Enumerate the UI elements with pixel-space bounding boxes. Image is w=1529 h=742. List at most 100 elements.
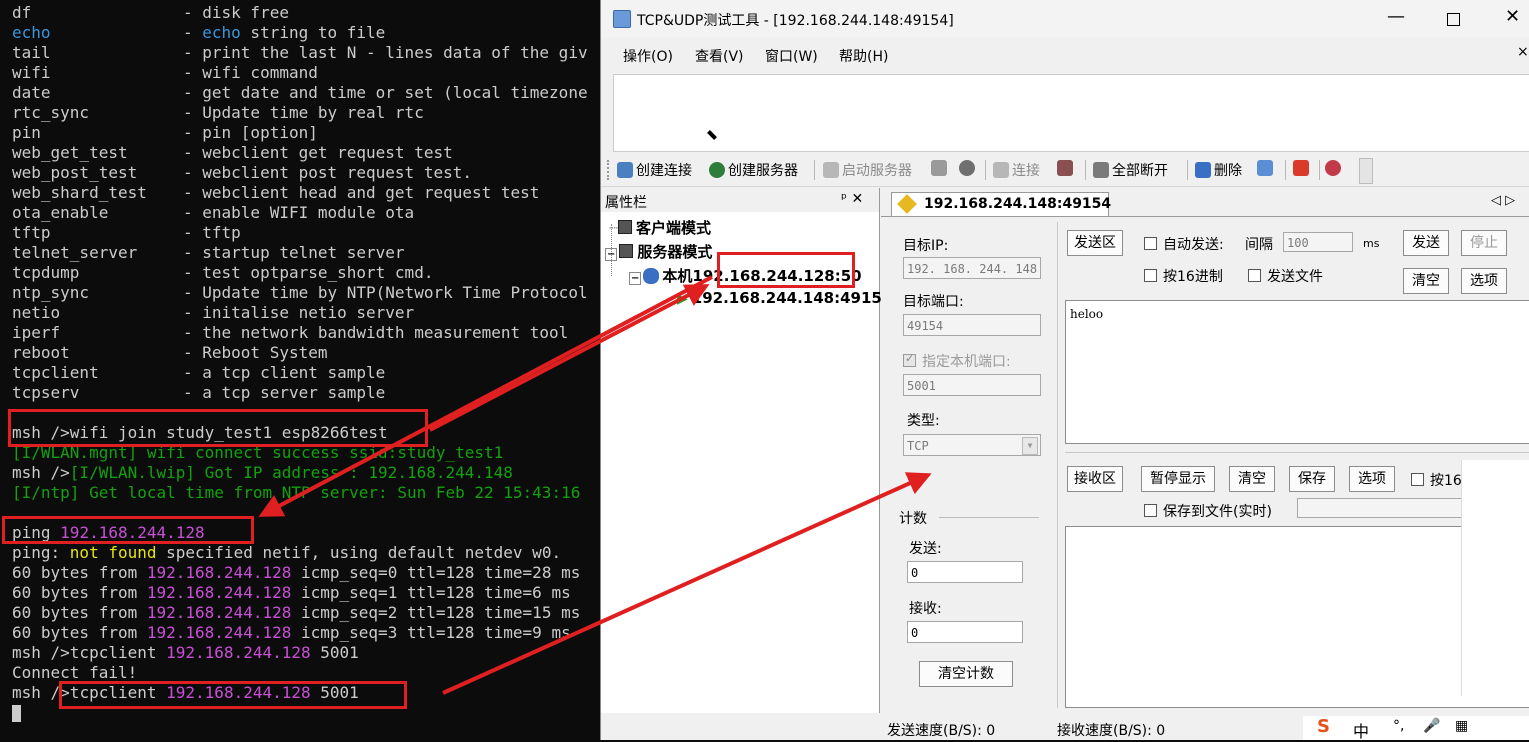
server-mode-icon [619, 244, 634, 258]
target-port-field[interactable]: 49154 [903, 314, 1041, 336]
start-server-icon [823, 162, 839, 178]
help-row: pin - pin [option] [12, 123, 318, 143]
delete-button[interactable]: 删除 [1195, 160, 1242, 180]
column-divider [1057, 222, 1058, 708]
checkbox-icon [1144, 269, 1157, 282]
send-button[interactable]: 发送 [1403, 230, 1449, 256]
minimize-icon[interactable]: — [1387, 6, 1405, 27]
ime-chinese-icon[interactable]: 中 [1353, 718, 1369, 742]
help-description: - pin [option] [183, 123, 318, 142]
help-command: echo [12, 23, 51, 42]
hex-recv-checkbox[interactable]: 按16 [1411, 470, 1462, 490]
keyboard-icon[interactable]: ▦ [1455, 718, 1468, 734]
help-description: - wifi command [183, 63, 318, 82]
stop-server-icon[interactable] [931, 160, 950, 177]
ime-toolbar: S 中 °, 🎤 ▦ [1303, 716, 1529, 742]
ime-punct-icon[interactable]: °, [1393, 718, 1404, 734]
target-ip-field[interactable]: 192. 168. 244. 148 [903, 257, 1041, 279]
reply-detail: icmp_seq=2 ttl=128 time=15 ms [291, 603, 581, 622]
auto-send-checkbox[interactable]: 自动发送: [1144, 234, 1224, 254]
menu-close-icon[interactable]: × [1517, 44, 1529, 60]
cancel-icon[interactable] [959, 160, 978, 177]
menu-window[interactable]: 窗口(W) [765, 46, 818, 66]
send-count-field[interactable]: 0 [907, 561, 1023, 583]
send-options-button[interactable]: 选项 [1461, 268, 1507, 294]
toolbar: 创建连接 创建服务器 启动服务器 连接 全部断开 删除 [601, 154, 1529, 187]
checkbox-icon [903, 354, 916, 367]
panel-pin-close-icons[interactable]: ᵖ ✕ [841, 191, 863, 207]
save-button[interactable]: 保存 [1289, 466, 1335, 492]
help-description: - initalise netio server [183, 303, 415, 322]
help-description: - print the last N - lines data of the g… [183, 43, 588, 62]
ime-logo-icon[interactable]: S [1317, 716, 1330, 737]
help-icon[interactable] [1325, 160, 1344, 177]
toolbar-grip [607, 160, 612, 180]
create-server-label: 创建服务器 [728, 163, 798, 179]
disconnect-icon[interactable] [1057, 160, 1076, 177]
tab-label: 192.168.244.148:49154 [924, 196, 1112, 212]
tcpclient-ip: 192.168.244.128 [166, 643, 311, 662]
clear-send-button[interactable]: 清空 [1403, 268, 1449, 294]
recv-count-field[interactable]: 0 [907, 621, 1023, 643]
toolbar-overflow-icon[interactable] [1359, 158, 1373, 184]
ping-prefix: ping: [12, 543, 70, 562]
help-command: telnet_server [12, 243, 138, 262]
help-row: reboot - Reboot System [12, 343, 328, 363]
create-server-icon [709, 162, 725, 178]
tree-item-connection[interactable]: ▶ 192.168.244.148:4915 [677, 289, 882, 307]
ping-notfound: not found [69, 543, 157, 562]
save-to-file-checkbox[interactable]: 保存到文件(实时) [1144, 501, 1272, 521]
create-connection-icon [617, 162, 633, 178]
terminal-window[interactable]: df - disk free echo - echo string to file ta… [0, 0, 600, 740]
help-row: ntp_sync - Update time by NTP(Network Tim… [12, 283, 588, 303]
connect-button[interactable]: 连接 [993, 160, 1040, 180]
help-description: - the network bandwidth measurement tool [183, 323, 569, 342]
send-file-checkbox[interactable]: 发送文件 [1248, 266, 1323, 286]
specify-local-port-label: 指定本机端口: [922, 354, 1011, 370]
clear-recv-button[interactable]: 清空 [1229, 466, 1275, 492]
start-server-button[interactable]: 启动服务器 [823, 160, 912, 180]
help-description: - startup telnet server [183, 243, 405, 262]
recv-textarea[interactable] [1065, 526, 1529, 708]
menu-operate[interactable]: 操作(O) [623, 46, 673, 66]
help-description: - echo string to file [183, 23, 386, 42]
send-area-button[interactable]: 发送区 [1067, 230, 1123, 256]
menu-view[interactable]: 查看(V) [695, 46, 744, 66]
help-description: - Update time by real rtc [183, 103, 424, 122]
local-port-field[interactable]: 5001 [903, 374, 1041, 396]
menu-help[interactable]: 帮助(H) [839, 46, 888, 66]
chevron-down-icon[interactable]: ▼ [1022, 437, 1038, 455]
ping-reply-row: 60 bytes from 192.168.244.128 icmp_seq=0… [12, 563, 580, 583]
disconnect-all-button[interactable]: 全部断开 [1093, 160, 1168, 180]
clear-count-button[interactable]: 清空计数 [919, 661, 1013, 687]
help-command: web_shard_test [12, 183, 147, 202]
delete-all-icon[interactable] [1257, 160, 1276, 177]
tree-item-server-mode[interactable]: − 服务器模式 [605, 241, 712, 262]
help-command: pin [12, 123, 41, 142]
maximize-icon[interactable] [1447, 13, 1460, 26]
help-description: - webclient get request test [183, 143, 453, 162]
tab-nav-icons[interactable]: ◁ ▷ [1491, 193, 1515, 208]
type-select[interactable]: TCP ▼ [903, 434, 1041, 456]
help-command: netio [12, 303, 61, 322]
specify-local-port-checkbox[interactable]: 指定本机端口: [903, 351, 1011, 371]
recv-area-button[interactable]: 接收区 [1067, 466, 1123, 492]
stop-button[interactable]: 停止 [1461, 230, 1507, 256]
microphone-icon[interactable]: 🎤 [1423, 718, 1440, 734]
send-textarea[interactable]: heloo [1065, 300, 1529, 444]
tcp-udp-tool-window[interactable]: TCP&UDP测试工具 - [192.168.244.148:49154] — … [600, 0, 1529, 742]
interval-field[interactable]: 100 [1283, 232, 1353, 252]
connection-address: 192.168.244.148:4915 [691, 289, 882, 307]
send-count-label: 发送: [909, 541, 942, 557]
pause-display-button[interactable]: 暂停显示 [1141, 466, 1215, 492]
help-description: - a tcp server sample [183, 383, 386, 402]
power-icon[interactable] [1293, 160, 1312, 177]
create-connection-button[interactable]: 创建连接 [617, 160, 692, 180]
tab-connection[interactable]: 192.168.244.148:49154 [891, 192, 1112, 217]
hex-send-checkbox[interactable]: 按16进制 [1144, 266, 1223, 286]
recv-options-button[interactable]: 选项 [1349, 466, 1395, 492]
tree-item-client-mode[interactable]: ┈ 客户端模式 [609, 217, 711, 238]
close-icon[interactable]: ✕ [1505, 6, 1520, 27]
create-server-button[interactable]: 创建服务器 [709, 160, 798, 180]
count-label: 计数 [899, 511, 927, 527]
